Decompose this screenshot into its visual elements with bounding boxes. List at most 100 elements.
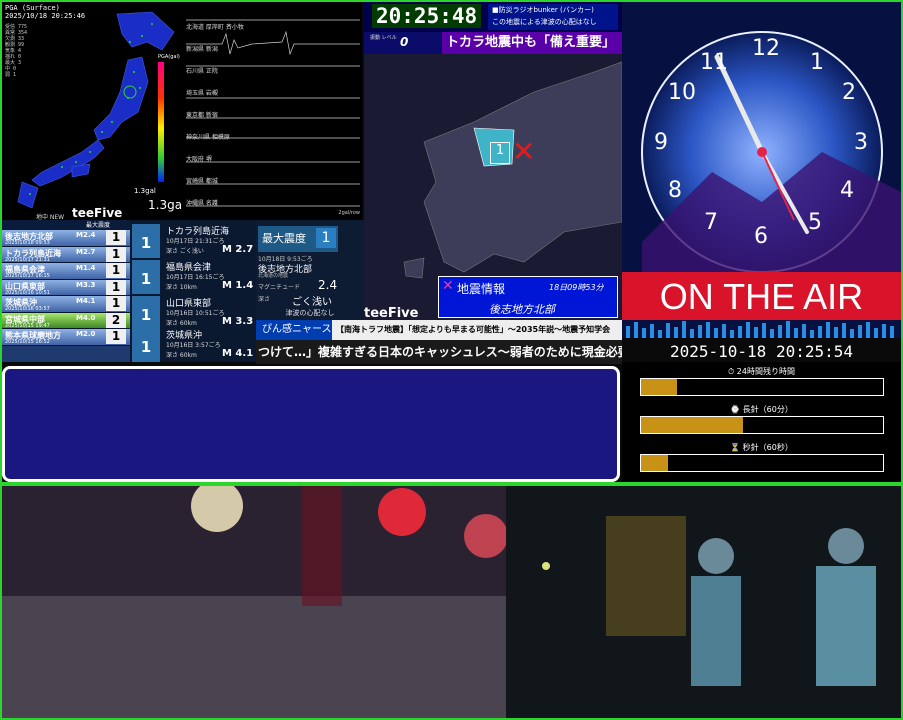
timer-label: ⌚ 長針（60分） — [730, 405, 793, 414]
wave-row-label: 沖縄県 名護 — [186, 200, 218, 207]
card-depth: 深さ ごく浅い — [166, 248, 204, 255]
mag-label: マグニチュード — [258, 284, 301, 291]
intensity-marker: 1 — [490, 142, 510, 164]
wave-row: 沖縄県 名護 — [186, 198, 362, 220]
intensity-badge: 1 — [106, 329, 126, 344]
list-item-date: 2025/10/16 10:51 — [5, 289, 50, 296]
list-item[interactable]: 後志地方北部 2025/10/18 09:53 M2.4 1 — [2, 230, 130, 247]
wave-row-label: 埼玉県 岩槻 — [186, 90, 218, 97]
wave-row: 埼玉県 岩槻 — [186, 88, 362, 110]
map-sub-label: 地中 NEW — [36, 214, 65, 220]
digital-clock: 20:25:48 — [372, 4, 482, 28]
news-headline-bar: ぴん感ニャース 【南海トラフ地震】「想定よりも早まる可能性」〜2035年説〜地震… — [256, 320, 622, 340]
wave-row-label: 石川県 正院 — [186, 68, 218, 75]
hokkaido-map-panel: 1 ✕ 振動 レベル 0 トカラ地震中も「備え重要」 ✕ 地震情報 18日09時… — [364, 32, 622, 322]
intensity-badge: 1 — [132, 296, 160, 330]
detail-sub: 北海道の地震 — [258, 273, 289, 279]
list-header: 最大震度 — [2, 220, 130, 230]
close-icon: ✕ — [442, 278, 454, 294]
list-item[interactable]: 福島県会津 2025/10/17 16:15 M1.4 1 — [2, 263, 130, 280]
bunker-text: この地震による津波の心配はなし — [492, 18, 597, 26]
mag-value: 2.4 — [318, 278, 338, 292]
news-ticker: つけて…」複雑すぎる日本のキャッシュレス〜弱者のために現金必要 — [256, 340, 622, 364]
intensity-badge: 2 — [106, 312, 126, 328]
card-mag: M 1.4 — [222, 280, 254, 291]
progress-bar — [640, 416, 884, 434]
progress-fill — [641, 379, 678, 395]
clock-number: 6 — [754, 224, 768, 249]
list-item-date: 2025/10/17 16:15 — [5, 273, 50, 279]
card-date: 10月16日 10:51ごろ — [166, 310, 225, 317]
scale-label: 2gal/row — [338, 210, 360, 216]
quake-detail: 最大震度 1 10月18日 9:53ごろ 後志地方北部 北海道の地震 マグニチュ… — [256, 220, 364, 320]
list-item[interactable]: トカラ列島近海 2025/10/17 21:31 M2.7 1 — [2, 246, 130, 263]
progress-fill — [641, 417, 743, 433]
wave-row: 石川県 正院 — [186, 66, 362, 88]
quake-card[interactable]: 1 トカラ列島近海 10月17日 21:31ごろ 深さ ごく浅い M 2.7 — [132, 224, 254, 258]
camera-feed-people — [506, 486, 901, 718]
intensity-badge: 1 — [132, 328, 160, 362]
news-tag: ぴん感ニャース — [256, 320, 332, 340]
list-item-date: 2025/10/17 21:31 — [5, 256, 50, 263]
timer-label: ⏳ 秒針（60秒） — [730, 443, 793, 452]
brand-logo: teeFive — [72, 206, 123, 220]
ticker-text: つけて…」複雑すぎる日本のキャッシュレス〜弱者のために現金必要 — [258, 345, 622, 359]
progress-bar — [640, 378, 884, 396]
list-item-mag: M1.4 — [76, 264, 96, 272]
eq-time: 18日09時53分 — [549, 283, 604, 292]
eq-title: 地震情報 — [457, 282, 506, 296]
wave-row: 神奈川県 相模原 — [186, 132, 362, 154]
seismic-map-panel: PGA (Surface) 2025/10/18 20:25:46 受信 775… — [2, 2, 182, 220]
intensity-badge: 1 — [106, 246, 126, 262]
wave-row: 大阪府 堺 — [186, 154, 362, 176]
quake-card[interactable]: 1 茨城県沖 10月16日 3:57ごろ 深さ 60km M 4.1 — [132, 328, 254, 362]
clock-number: 7 — [704, 210, 718, 235]
epicenter-icon: ✕ — [512, 135, 536, 168]
list-item-mag: M2.7 — [76, 247, 96, 256]
brand-logo: teeFive — [364, 306, 419, 321]
bunker-info: ■防災ラジオbunker (バンカー) この地震による津波の心配はなし — [488, 4, 618, 30]
list-item-mag: M4.1 — [76, 297, 96, 305]
list-item-date: 2025/10/18 09:53 — [5, 240, 50, 246]
list-item-date: 2025/10/16 03:57 — [5, 306, 50, 312]
wave-row: 東京都 新宿 — [186, 110, 362, 132]
intensity-badge: 1 — [132, 260, 160, 294]
level-value: 0 — [400, 35, 409, 49]
wave-row: 北海道 厚岸町 斉小牧 — [186, 22, 362, 44]
list-item[interactable]: 山口県東部 2025/10/16 10:51 M3.3 1 — [2, 279, 130, 296]
tsunami-status: 津波の心配なし — [285, 309, 335, 317]
quake-card[interactable]: 1 福島県会津 10月17日 16:15ごろ 深さ 10km M 1.4 — [132, 260, 254, 294]
camera-feed-street — [2, 486, 506, 718]
clock-number: 2 — [842, 80, 856, 105]
wave-row-label: 神奈川県 相模原 — [186, 134, 230, 141]
quake-list: 最大震度 後志地方北部 2025/10/18 09:53 M2.4 1 トカラ列島近海… — [2, 220, 130, 362]
street-scene — [2, 486, 506, 718]
intensity-badge: 1 — [106, 296, 126, 311]
wave-row-label: 東京都 新宿 — [186, 112, 218, 119]
clock-number: 5 — [808, 210, 822, 235]
intensity-badge: 1 — [132, 224, 160, 258]
clock-number: 1 — [810, 50, 824, 75]
datetime-display: 2025-10-18 20:25:54 — [669, 342, 854, 361]
list-item[interactable]: 熊本県球磨地方 2025/10/15 16:52 M2.0 1 — [2, 329, 130, 346]
waveform-panel: 北海道 厚岸町 斉小牧 新潟県 新潟 石川県 正院 埼玉県 岩槻 東京都 新宿 … — [182, 2, 362, 220]
wave-row-label: 新潟県 新潟 — [186, 46, 218, 53]
clock-number: 4 — [840, 178, 854, 203]
card-mag: M 2.7 — [222, 244, 254, 255]
list-item[interactable]: 茨城県沖 2025/10/16 03:57 M4.1 1 — [2, 296, 130, 313]
list-item-mag: M4.0 — [76, 313, 96, 322]
card-mag: M 3.3 — [222, 316, 254, 327]
on-air-badge: ON THE AIR — [622, 272, 901, 320]
clock-number: 8 — [668, 178, 682, 203]
quake-card[interactable]: 1 山口県東部 10月16日 10:51ごろ 深さ 60km M 3.3 — [132, 296, 254, 330]
intensity-badge: 1 — [106, 263, 126, 278]
list-item-date: 2025/10/15 16:52 — [5, 339, 50, 345]
list-item-mag: M2.4 — [76, 231, 96, 239]
space-clock-panel: 12 1 2 3 4 5 6 7 8 9 10 11 ON THE AIR — [622, 2, 901, 338]
gal-value: 1.3gal — [148, 198, 182, 212]
intensity-badge: 1 — [106, 279, 126, 295]
list-item-mag: M2.0 — [76, 330, 96, 338]
eq-place: 後志地方北部 — [489, 303, 555, 316]
list-item[interactable]: 宮城県中部 2025/10/15 19:47 M4.0 2 — [2, 312, 130, 329]
depth-value: ごく浅い — [292, 297, 332, 308]
